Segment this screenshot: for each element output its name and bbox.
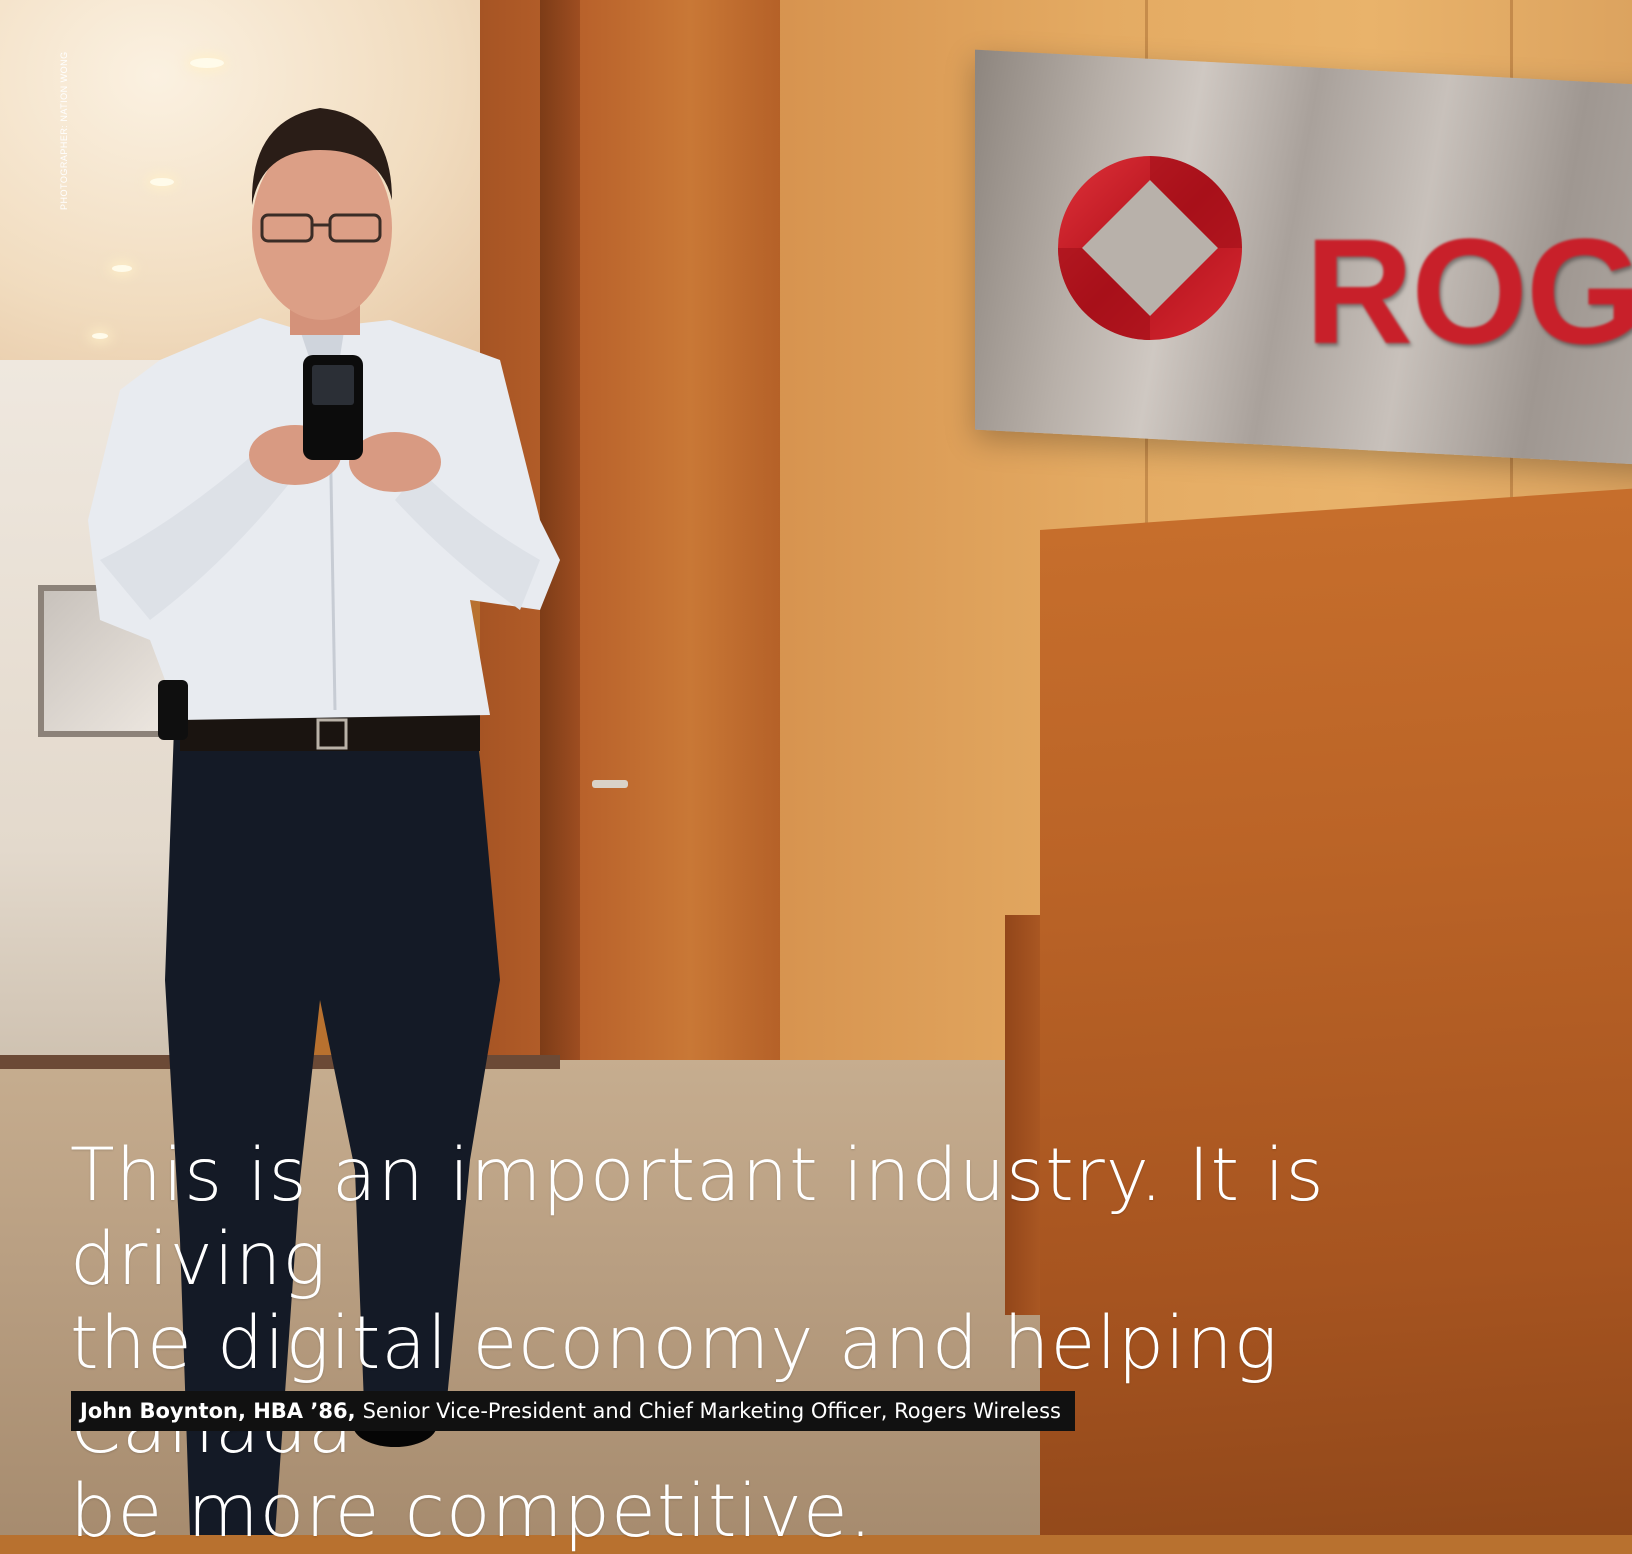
rogers-logo-icon [1058,156,1242,340]
sign-brand-text: ROG [1305,207,1632,375]
quote-line-1: This is an important industry. It is dri… [70,1133,1325,1302]
caption-title: Senior Vice-President and Chief Marketin… [362,1399,1061,1423]
photo-credit: PHOTOGRAPHER: NATION WONG [59,51,69,210]
pull-quote: This is an important industry. It is dri… [70,1134,1490,1554]
attribution-caption: John Boynton, HBA ’86, Senior Vice-Presi… [71,1391,1075,1431]
caption-name: John Boynton, HBA ’86, [80,1399,356,1423]
quote-line-2: the digital economy and helping Canada [70,1301,1279,1470]
quote-line-3: be more competitive. [70,1469,874,1554]
